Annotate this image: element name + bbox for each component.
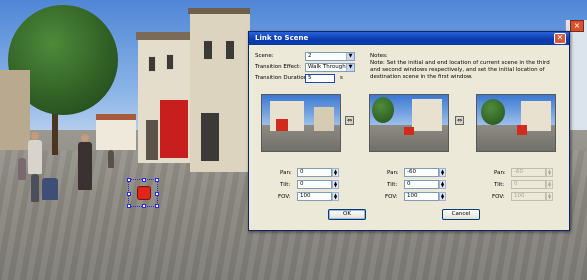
resize-handle[interactable]	[127, 178, 131, 182]
resize-handle[interactable]	[142, 178, 146, 182]
tilt-label: Tilt:	[280, 182, 291, 188]
destination-scene-preview[interactable]	[261, 94, 341, 152]
spin-arrows-icon[interactable]: ▲ ▼	[332, 180, 339, 189]
spin-arrows-icon[interactable]: ▲ ▼	[332, 192, 339, 201]
cancel-button[interactable]: Cancel	[442, 209, 480, 220]
pan-input-disabled: -60	[511, 168, 546, 177]
tilt-input[interactable]: 0	[404, 180, 439, 189]
pan-label: Pan:	[494, 170, 506, 176]
fov-input-disabled: 100	[511, 192, 546, 201]
fov-input[interactable]: 100	[404, 192, 439, 201]
fov-label: FOV:	[278, 194, 291, 200]
transition-effect-select[interactable]: Walk Through ▼	[305, 63, 355, 72]
transition-duration-label: Transition Duration:	[255, 75, 310, 81]
hotspot-marker-icon[interactable]	[138, 187, 150, 199]
link-icon: ⇔	[455, 116, 464, 125]
tilt-input[interactable]: 0	[297, 180, 332, 189]
pan-input[interactable]: -60	[404, 168, 439, 177]
tilt-label: Tilt:	[494, 182, 505, 188]
spin-arrows-icon: ▲ ▼	[546, 192, 553, 201]
notes-label: Notes:	[370, 53, 388, 59]
spin-arrows-icon[interactable]: ▲ ▼	[439, 180, 446, 189]
chevron-down-icon[interactable]: ▼	[346, 64, 354, 71]
fov-label: FOV:	[385, 194, 398, 200]
spin-arrows-icon: ▲ ▼	[546, 168, 553, 177]
link-to-scene-dialog: Link to Scene ✕ Scene: 2 ▼ Transition Ef…	[248, 31, 570, 231]
chevron-down-icon[interactable]: ▼	[346, 53, 354, 60]
close-button[interactable]: ✕	[554, 33, 566, 44]
fov-label: FOV:	[492, 194, 505, 200]
duration-unit: s	[340, 75, 343, 81]
red-storefront	[160, 100, 188, 158]
resize-handle[interactable]	[155, 178, 159, 182]
pan-label: Pan:	[280, 170, 292, 176]
pan-label: Pan:	[387, 170, 399, 176]
resize-handle[interactable]	[142, 204, 146, 208]
resize-handle[interactable]	[155, 192, 159, 196]
spin-arrows-icon[interactable]: ▲ ▼	[439, 168, 446, 177]
transition-effect-label: Transition Effect:	[255, 64, 302, 70]
close-icon[interactable]: ×	[570, 20, 584, 32]
dialog-title: Link to Scene	[255, 34, 309, 42]
person	[28, 140, 42, 174]
person	[78, 142, 92, 190]
scene-link-hotspot[interactable]	[127, 178, 159, 208]
spin-arrows-icon[interactable]: ▲ ▼	[439, 192, 446, 201]
tilt-label: Tilt:	[387, 182, 398, 188]
scene-label: Scene:	[255, 53, 274, 59]
scene-select[interactable]: 2 ▼	[305, 52, 355, 61]
notes-text: Note: Set the initial and end location o…	[370, 60, 550, 80]
stroller	[42, 178, 58, 200]
title-bar[interactable]: Link to Scene ✕	[249, 32, 569, 45]
tilt-input-disabled: 0	[511, 180, 546, 189]
fov-input[interactable]: 100	[297, 192, 332, 201]
transition-duration-input[interactable]: 5	[305, 74, 335, 83]
building-left	[0, 70, 30, 150]
spin-arrows-icon: ▲ ▼	[546, 180, 553, 189]
resize-handle[interactable]	[155, 204, 159, 208]
current-scene-end-preview[interactable]	[369, 94, 449, 152]
resize-handle[interactable]	[127, 192, 131, 196]
link-icon: ⇔	[345, 116, 354, 125]
current-scene-start-preview[interactable]	[476, 94, 556, 152]
pan-input[interactable]: 0	[297, 168, 332, 177]
ok-button[interactable]: OK	[328, 209, 366, 220]
resize-handle[interactable]	[127, 204, 131, 208]
spin-arrows-icon[interactable]: ▲ ▼	[332, 168, 339, 177]
